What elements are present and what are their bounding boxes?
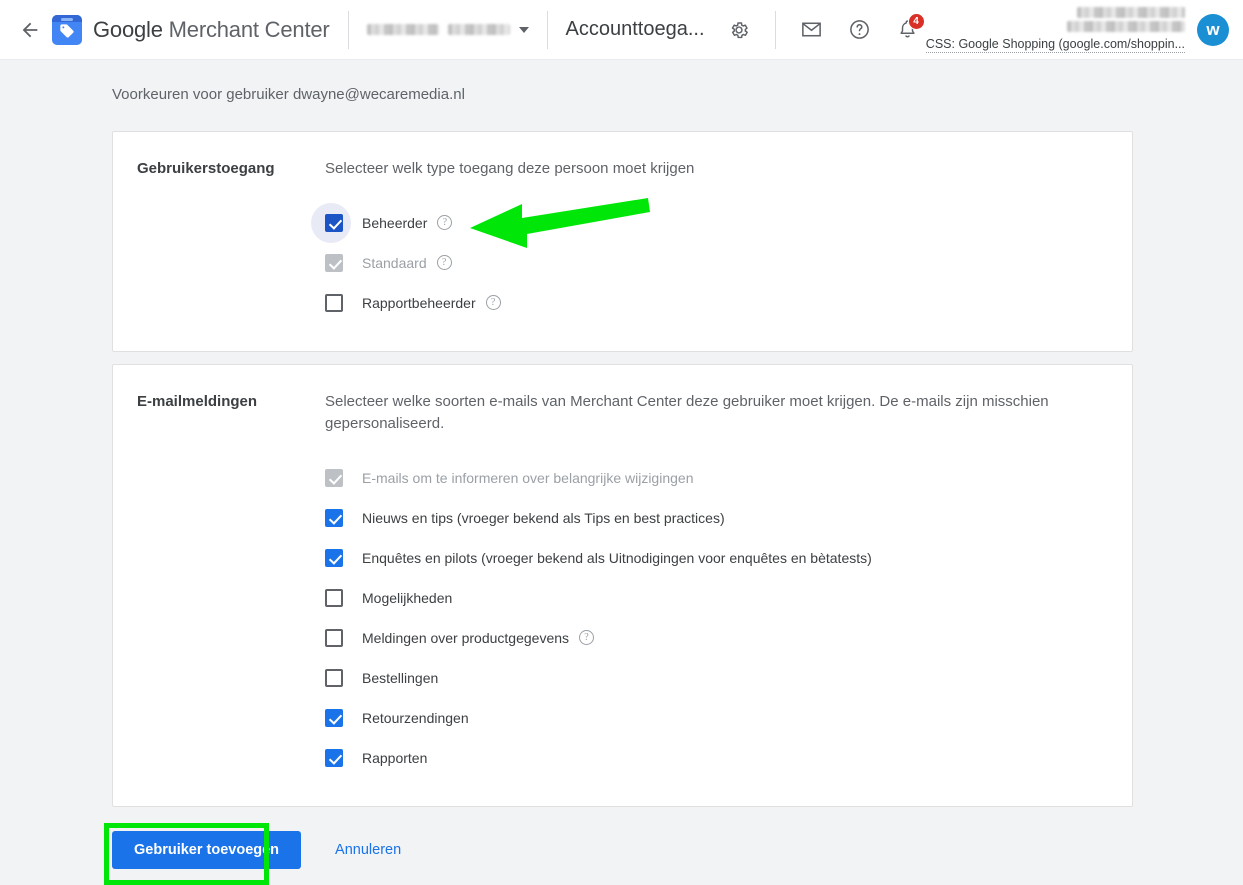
email-notifications-card: E-mailmeldingen Selecteer welke soorten … xyxy=(112,363,1133,807)
add-user-button[interactable]: Gebruiker toevoegen xyxy=(112,830,302,869)
brand-google: Google xyxy=(93,16,163,42)
checkbox-email-1[interactable] xyxy=(325,508,343,527)
checkbox-access-0[interactable] xyxy=(325,213,343,232)
checkbox-row[interactable]: Rapporten xyxy=(325,738,1092,778)
checkbox-row: Standaard? xyxy=(325,243,1092,283)
divider xyxy=(347,10,349,49)
checkbox-label: E-mails om te informeren over belangrijk… xyxy=(362,469,694,486)
checkbox-email-5[interactable] xyxy=(325,668,343,687)
access-options-list: Beheerder? Standaard? Rapportbeheerder? xyxy=(311,202,1092,323)
divider xyxy=(774,10,776,49)
checkbox-email-3[interactable] xyxy=(325,588,343,607)
help-circle-icon xyxy=(850,20,869,39)
user-access-card: Gebruikerstoegang Selecteer welk type to… xyxy=(112,131,1133,352)
envelope-icon xyxy=(802,22,821,37)
form-actions: Gebruiker toevoegen Annuleren xyxy=(104,822,1243,885)
help-circle-icon[interactable]: ? xyxy=(436,255,452,270)
page-subtitle: Voorkeuren voor gebruiker dwayne@wecarem… xyxy=(112,86,465,103)
user-block: CSS: Google Shopping (google.com/shoppin… xyxy=(925,6,1243,53)
checkbox-row[interactable]: Nieuws en tips (vroeger bekend als Tips … xyxy=(325,498,1092,538)
user-access-card-body: Selecteer welk type toegang deze persoon… xyxy=(311,158,1132,323)
checkbox-label: Meldingen over productgegevens xyxy=(362,629,570,646)
notifications-button[interactable]: 4 xyxy=(890,12,926,48)
notification-badge: 4 xyxy=(907,12,925,30)
divider xyxy=(546,10,548,49)
checkbox-row: E-mails om te informeren over belangrijk… xyxy=(325,458,1092,498)
checkbox-email-2[interactable] xyxy=(325,548,343,567)
checkbox-email-6[interactable] xyxy=(325,708,343,727)
merchant-center-tag-icon xyxy=(52,14,82,45)
checkbox-row[interactable]: Beheerder? xyxy=(311,202,1092,243)
checkbox-label: Beheerder xyxy=(362,214,428,231)
page-content: Voorkeuren voor gebruiker dwayne@wecarem… xyxy=(0,86,1243,885)
checkbox-row[interactable]: Bestellingen xyxy=(325,658,1092,698)
checkbox-row[interactable]: Enquêtes en pilots (vroeger bekend als U… xyxy=(325,538,1092,578)
checkbox-email-0 xyxy=(325,468,343,487)
account-name-redacted-line2 xyxy=(447,24,510,35)
account-name-redacted-line1 xyxy=(366,24,439,35)
checkbox-row[interactable]: Mogelijkheden xyxy=(325,578,1092,618)
brand-title: Google Merchant Center xyxy=(93,17,330,43)
checkbox-label: Rapporten xyxy=(362,749,428,766)
back-button[interactable] xyxy=(18,18,42,42)
checkbox-email-7[interactable] xyxy=(325,748,343,767)
email-options-list: E-mails om te informeren over belangrijk… xyxy=(325,458,1092,778)
checkbox-label: Enquêtes en pilots (vroeger bekend als U… xyxy=(362,549,872,566)
user-access-card-label: Gebruikerstoegang xyxy=(137,160,275,177)
checkbox-row[interactable]: Retourzendingen xyxy=(325,698,1092,738)
checkbox-row[interactable]: Rapportbeheerder? xyxy=(325,283,1092,323)
user-identity: CSS: Google Shopping (google.com/shoppin… xyxy=(925,6,1185,53)
checkbox-email-4[interactable] xyxy=(325,628,343,647)
email-notifications-card-body: Selecteer welke soorten e-mails van Merc… xyxy=(325,391,1132,778)
checkbox-label: Standaard xyxy=(362,254,427,271)
back-arrow-icon xyxy=(22,22,38,37)
checkbox-row[interactable]: Meldingen over productgegevens? xyxy=(325,618,1092,658)
email-notifications-card-label: E-mailmeldingen xyxy=(137,392,258,410)
app-header: Google Merchant Center Accounttoega... 4… xyxy=(0,0,1243,60)
help-circle-icon[interactable]: ? xyxy=(485,295,501,310)
user-access-description: Selecteer welk type toegang deze persoon… xyxy=(325,160,695,177)
checkbox-label: Rapportbeheerder xyxy=(362,294,476,311)
account-selector[interactable] xyxy=(366,24,529,35)
brand-rest: Merchant Center xyxy=(162,16,330,42)
help-circle-icon[interactable]: ? xyxy=(437,215,453,230)
avatar[interactable]: w xyxy=(1197,13,1229,46)
checkbox-access-1 xyxy=(325,253,343,272)
gear-icon xyxy=(731,21,748,38)
checkbox-label: Bestellingen xyxy=(362,669,439,686)
help-button[interactable] xyxy=(842,12,878,48)
brand-logo-group[interactable]: Google Merchant Center xyxy=(52,14,330,45)
page-tab-title: Accounttoega... xyxy=(565,18,705,40)
checkbox-label: Nieuws en tips (vroeger bekend als Tips … xyxy=(362,509,725,526)
chevron-down-icon xyxy=(518,26,529,33)
settings-button[interactable] xyxy=(721,12,757,48)
checkbox-label: Retourzendingen xyxy=(362,709,469,726)
cancel-button[interactable]: Annuleren xyxy=(335,842,401,858)
checkbox-label: Mogelijkheden xyxy=(362,589,453,606)
email-notifications-description: Selecteer welke soorten e-mails van Merc… xyxy=(325,392,1049,433)
help-circle-icon[interactable]: ? xyxy=(579,630,595,645)
css-info-link[interactable]: CSS: Google Shopping (google.com/shoppin… xyxy=(925,37,1185,53)
messages-button[interactable] xyxy=(794,12,830,48)
user-name-redacted xyxy=(1077,6,1185,18)
checkbox-access-2[interactable] xyxy=(325,293,343,312)
user-email-redacted xyxy=(1067,20,1185,32)
